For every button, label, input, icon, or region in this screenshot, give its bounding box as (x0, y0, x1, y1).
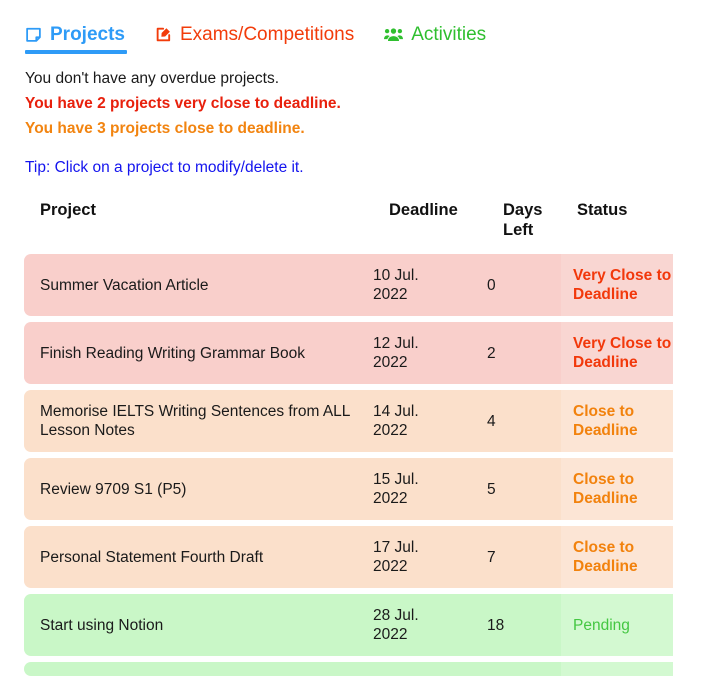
deadline-day: 17 Jul. (373, 539, 419, 556)
cell-deadline (373, 662, 487, 676)
cell-project (24, 662, 373, 676)
column-header-deadline: Deadline (389, 201, 458, 219)
cell-project: Start using Notion (24, 594, 373, 656)
tip-message[interactable]: Tip: Click on a project to modify/delete… (25, 158, 711, 178)
cell-days-left: 5 (487, 458, 561, 520)
status-badge: Close to Deadline (561, 390, 673, 452)
cell-project: Review 9709 S1 (P5) (24, 458, 373, 520)
edit-square-icon (155, 26, 172, 43)
deadline-year: 2022 (373, 422, 408, 439)
column-header-status: Status (577, 201, 628, 219)
deadline-day: 15 Jul. (373, 471, 419, 488)
status-badge: Pending (561, 594, 673, 656)
tab-exams-label: Exams/Competitions (179, 24, 355, 45)
status-badge (561, 662, 673, 676)
deadline-day: 14 Jul. (373, 403, 419, 420)
cell-days-left (487, 662, 561, 676)
tab-active-underline (25, 50, 127, 54)
table-body: Summer Vacation Article 10 Jul. 2022 0 Very … (24, 254, 693, 676)
cell-days-left: 7 (487, 526, 561, 588)
tab-bar: Projects Exams/Competitions Activities (0, 0, 711, 54)
table-row[interactable]: Memorise IELTS Writing Sentences from AL… (24, 390, 693, 452)
cell-days-left: 18 (487, 594, 561, 656)
deadline-day: 10 Jul. (373, 267, 419, 284)
status-badge: Very Close to Deadline (561, 254, 673, 316)
notice-very-close: You have 2 projects very close to deadli… (25, 95, 341, 112)
deadline-day: 28 Jul. (373, 607, 419, 624)
cell-days-left: 0 (487, 254, 561, 316)
table-row[interactable]: Finish Reading Writing Grammar Book 12 Ju… (24, 322, 693, 384)
cell-deadline: 12 Jul. 2022 (373, 322, 487, 384)
table-row[interactable]: Start using Notion 28 Jul. 2022 18 Pending (24, 594, 693, 656)
note-icon (25, 26, 42, 43)
cell-project: Finish Reading Writing Grammar Book (24, 322, 373, 384)
table-row[interactable]: Review 9709 S1 (P5) 15 Jul. 2022 5 Close to … (24, 458, 693, 520)
cell-project: Memorise IELTS Writing Sentences from AL… (24, 390, 373, 452)
column-header-days-left: Days Left (503, 201, 543, 239)
notice-list: You don't have any overdue projects. You… (0, 52, 711, 178)
deadline-text: 15 Jul. 2022 (373, 470, 419, 508)
cell-days-left: 4 (487, 390, 561, 452)
table-row[interactable] (24, 662, 693, 676)
cell-project: Summer Vacation Article (24, 254, 373, 316)
deadline-text: 17 Jul. 2022 (373, 538, 419, 576)
status-badge: Close to Deadline (561, 458, 673, 520)
deadline-year: 2022 (373, 354, 408, 371)
column-header-project: Project (40, 201, 96, 219)
deadline-year: 2022 (373, 490, 408, 507)
cell-deadline: 14 Jul. 2022 (373, 390, 487, 452)
tab-exams-competitions[interactable]: Exams/Competitions (155, 25, 354, 52)
status-badge: Close to Deadline (561, 526, 673, 588)
deadline-text: 12 Jul. 2022 (373, 334, 419, 372)
tab-activities[interactable]: Activities (384, 25, 486, 52)
table-row[interactable]: Summer Vacation Article 10 Jul. 2022 0 Very … (24, 254, 693, 316)
projects-table: Project Deadline Days Left Status Summer… (0, 200, 711, 676)
notice-overdue: You don't have any overdue projects. (25, 70, 280, 87)
tab-activities-label: Activities (411, 24, 487, 45)
cell-deadline: 10 Jul. 2022 (373, 254, 487, 316)
cell-project: Personal Statement Fourth Draft (24, 526, 373, 588)
cell-days-left: 2 (487, 322, 561, 384)
deadline-year: 2022 (373, 558, 408, 575)
cell-deadline: 17 Jul. 2022 (373, 526, 487, 588)
cell-deadline: 28 Jul. 2022 (373, 594, 487, 656)
tab-projects[interactable]: Projects (25, 24, 127, 54)
tab-projects-label: Projects (50, 24, 125, 45)
deadline-text: 14 Jul. 2022 (373, 402, 419, 440)
deadline-year: 2022 (373, 626, 408, 643)
users-group-icon (384, 26, 404, 43)
status-badge: Very Close to Deadline (561, 322, 673, 384)
deadline-text: 10 Jul. 2022 (373, 266, 419, 304)
table-row[interactable]: Personal Statement Fourth Draft 17 Jul. 20… (24, 526, 693, 588)
cell-deadline: 15 Jul. 2022 (373, 458, 487, 520)
notice-close: You have 3 projects close to deadline. (25, 120, 305, 137)
deadline-year: 2022 (373, 286, 408, 303)
table-header-row: Project Deadline Days Left Status (24, 200, 693, 240)
deadline-text: 28 Jul. 2022 (373, 606, 419, 644)
deadline-day: 12 Jul. (373, 335, 419, 352)
